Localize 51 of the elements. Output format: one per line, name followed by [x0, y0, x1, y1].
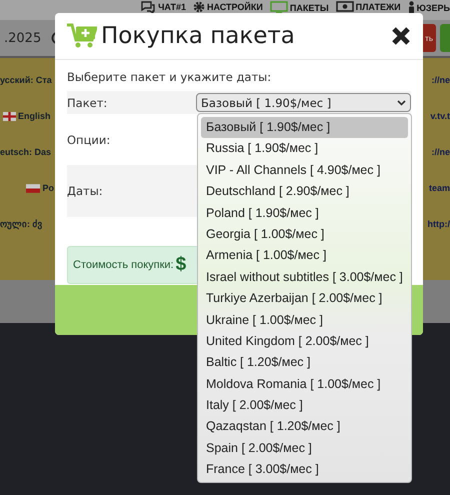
dropdown-option[interactable]: Spain [ 2.00$/мес ]	[201, 438, 408, 460]
field-label: Опции:	[67, 132, 112, 146]
url-link[interactable]: ://ne	[426, 75, 450, 85]
nav-link[interactable]: ЧАТ#1	[140, 1, 186, 13]
dropdown-option[interactable]: Israel without subtitles [ 3.00$/мес ]	[201, 266, 408, 288]
dropdown-option[interactable]: Ukraine [ 1.00$/мес ]	[201, 310, 408, 331]
dropdown-option[interactable]: Qazaqstan [ 1.20$/мес ]	[201, 416, 408, 438]
banknote-icon	[336, 1, 354, 12]
dropdown-option[interactable]: United Kingdom [ 2.00$/мес ]	[201, 330, 408, 352]
language-label: Po	[42, 183, 54, 193]
cost-value: $	[176, 254, 186, 276]
dropdown-option[interactable]: Turkiye Azerbaijan [ 2.00$/мес ]	[201, 288, 408, 310]
dropdown-option[interactable]: VIP - All Channels [ 4.90$/мес ]	[201, 160, 408, 182]
url-link[interactable]: http:/	[426, 219, 450, 229]
close-icon[interactable]	[391, 26, 411, 46]
date-text: .2025	[4, 30, 42, 46]
chat-icon	[140, 1, 156, 13]
nav-link[interactable]: ПЛАТЕЖИ	[336, 1, 401, 12]
url-link[interactable]: v.tv.t	[426, 111, 450, 121]
poland-flag-icon	[26, 184, 40, 192]
package-select[interactable]: Базовый [ 1.90$/мес ]	[196, 93, 411, 112]
nav-link[interactable]: ЮЗЕРЬ	[408, 1, 450, 14]
language-label: eutsch: Das	[0, 147, 52, 157]
dropdown-option[interactable]: Poland [ 1.90$/мес ]	[201, 202, 408, 224]
dropdown-option[interactable]: Armenia [ 1.00$/мес ]	[201, 245, 408, 267]
dropdown-option[interactable]: Deutschland [ 2.90$/мес ]	[201, 181, 408, 203]
language-label: English	[18, 111, 51, 121]
monitor-icon	[270, 1, 288, 14]
field-label: Даты:	[67, 184, 104, 198]
url-link[interactable]: ://ne	[426, 147, 450, 157]
user-icon	[408, 1, 415, 14]
cart-add-icon	[67, 23, 97, 49]
settings-icon	[192, 1, 205, 13]
language-label: ოული: ძვ	[0, 219, 42, 229]
dropdown-option[interactable]: Baltic [ 1.20$/мес ]	[201, 352, 408, 374]
nav-link[interactable]: НАСТРОЙКИ	[192, 1, 263, 13]
dropdown-option[interactable]: Базовый [ 1.90$/мес ]	[201, 117, 408, 138]
nav-link[interactable]: ПАКЕТЫ	[270, 1, 329, 14]
dropdown-option[interactable]: Italy [ 2.00$/мес ]	[201, 395, 408, 416]
language-label: усский: Ста	[0, 75, 52, 85]
url-link[interactable]: team	[426, 183, 450, 193]
dropdown-option[interactable]: France [ 3.00$/мес ]	[201, 459, 408, 481]
dropdown-option[interactable]: Georgia [ 1.00$/мес ]	[201, 224, 408, 246]
cost-label: Стоимость покупки:	[73, 259, 174, 271]
dropdown-option[interactable]: Moldova Romania [ 1.00$/мес ]	[201, 374, 408, 396]
dropdown-option[interactable]: Russia [ 1.90$/мес ]	[201, 138, 408, 160]
dialog-title: Покупка пакета	[101, 23, 296, 49]
field-label: Пакет:	[67, 96, 108, 110]
england-flag-icon	[3, 112, 16, 120]
chevron-down-icon	[397, 100, 406, 106]
instruction-text: Выберите пакет и укажите даты:	[67, 70, 272, 84]
